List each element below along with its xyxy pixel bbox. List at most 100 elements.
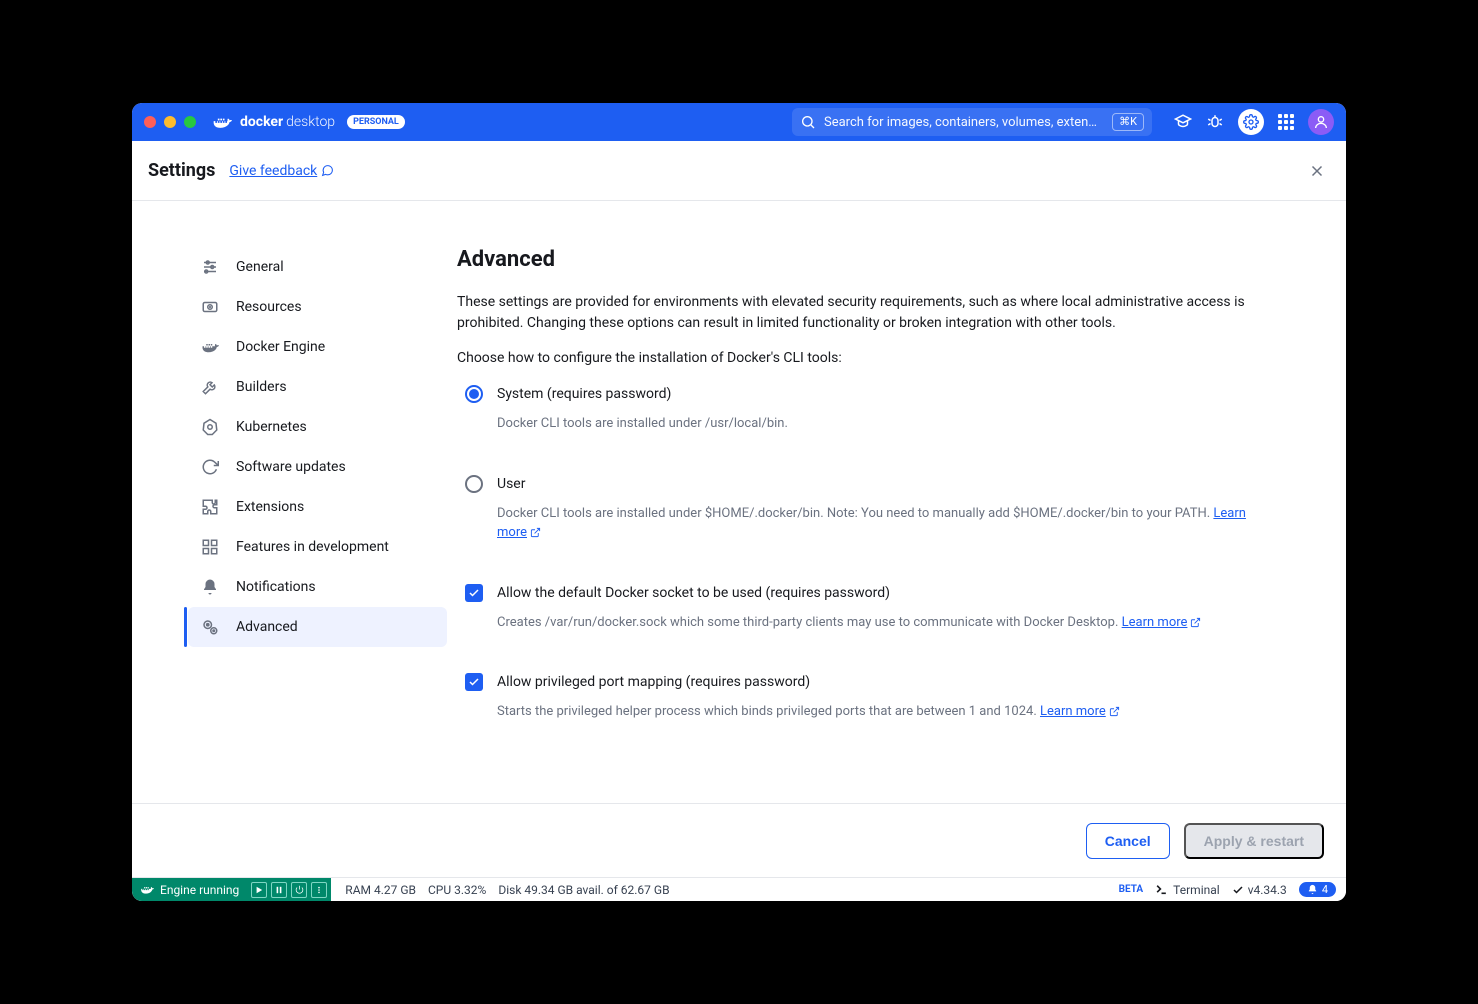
settings-icon[interactable] bbox=[1238, 109, 1264, 135]
feedback-link-label: Give feedback bbox=[229, 163, 317, 179]
content-heading: Advanced bbox=[457, 247, 1276, 272]
notif-count: 4 bbox=[1322, 883, 1328, 896]
account-icon[interactable] bbox=[1308, 109, 1334, 135]
puzzle-icon bbox=[200, 498, 220, 516]
checkbox-socket-label: Allow the default Docker socket to be us… bbox=[497, 583, 890, 603]
beta-badge: BETA bbox=[1119, 884, 1144, 895]
engine-stop-button[interactable] bbox=[291, 882, 307, 898]
learning-icon[interactable] bbox=[1174, 113, 1192, 131]
sidebar-item-software-updates[interactable]: Software updates bbox=[188, 447, 447, 487]
cli-install-options: System (requires password) Docker CLI to… bbox=[465, 384, 1276, 722]
sidebar-item-notifications[interactable]: Notifications bbox=[188, 567, 447, 607]
sidebar-item-label: Advanced bbox=[236, 619, 298, 635]
feedback-link[interactable]: Give feedback bbox=[229, 163, 334, 179]
learn-more-link[interactable]: Learn more bbox=[1040, 704, 1120, 719]
checkbox-privileged-ports[interactable]: Allow privileged port mapping (requires … bbox=[465, 672, 1276, 692]
sidebar-item-label: General bbox=[236, 259, 284, 275]
settings-content: Advanced These settings are provided for… bbox=[457, 201, 1346, 803]
disk-stat: Disk 49.34 GB avail. of 62.67 GB bbox=[498, 883, 669, 897]
engine-controls bbox=[247, 878, 331, 901]
engine-pause-button[interactable] bbox=[271, 882, 287, 898]
checkbox-icon bbox=[465, 673, 483, 691]
checkbox-socket-desc: Creates /var/run/docker.sock which some … bbox=[497, 613, 1276, 633]
notifications-pill[interactable]: 4 bbox=[1299, 882, 1336, 897]
external-link-icon bbox=[1190, 617, 1201, 628]
sidebar-item-label: Resources bbox=[236, 299, 302, 315]
resource-stats: RAM 4.27 GB CPU 3.32% Disk 49.34 GB avai… bbox=[331, 883, 683, 897]
cpu-stat: CPU 3.32% bbox=[428, 883, 486, 897]
apply-restart-button[interactable]: Apply & restart bbox=[1184, 823, 1324, 859]
close-window-button[interactable] bbox=[144, 116, 156, 128]
sidebar-item-docker-engine[interactable]: Docker Engine bbox=[188, 327, 447, 367]
radio-user-desc: Docker CLI tools are installed under $HO… bbox=[497, 504, 1276, 543]
sidebar-item-label: Builders bbox=[236, 379, 287, 395]
radio-user-desc-text: Docker CLI tools are installed under $HO… bbox=[497, 506, 1213, 521]
engine-status[interactable]: Engine running bbox=[132, 878, 247, 901]
brand-name-light: desktop bbox=[286, 114, 335, 130]
refresh-icon bbox=[200, 458, 220, 476]
apps-grid-icon[interactable] bbox=[1278, 114, 1294, 130]
maximize-window-button[interactable] bbox=[184, 116, 196, 128]
whale-icon bbox=[212, 114, 232, 130]
checkbox-ports-desc: Starts the privileged helper process whi… bbox=[497, 702, 1276, 722]
bug-icon[interactable] bbox=[1206, 113, 1224, 131]
engine-more-button[interactable] bbox=[311, 882, 327, 898]
sidebar-item-label: Docker Engine bbox=[236, 339, 325, 355]
radio-system-label: System (requires password) bbox=[497, 384, 671, 404]
sidebar-item-resources[interactable]: Resources bbox=[188, 287, 447, 327]
checkbox-ports-desc-text: Starts the privileged helper process whi… bbox=[497, 704, 1040, 719]
page-title: Settings bbox=[148, 160, 215, 181]
radio-user[interactable]: User bbox=[465, 474, 1276, 494]
sidebar-item-label: Extensions bbox=[236, 499, 304, 515]
sidebar-item-kubernetes[interactable]: Kubernetes bbox=[188, 407, 447, 447]
kubernetes-icon bbox=[200, 418, 220, 436]
version-label: v4.34.3 bbox=[1248, 883, 1287, 897]
sidebar-item-advanced[interactable]: Advanced bbox=[188, 607, 447, 647]
bell-icon bbox=[1307, 884, 1318, 895]
disk-icon bbox=[200, 298, 220, 316]
search-input[interactable]: Search for images, containers, volumes, … bbox=[792, 108, 1152, 136]
checkbox-default-socket[interactable]: Allow the default Docker socket to be us… bbox=[465, 583, 1276, 603]
checkbox-icon bbox=[465, 584, 483, 602]
whale-icon bbox=[200, 340, 220, 354]
sidebar-item-general[interactable]: General bbox=[188, 247, 447, 287]
bell-icon bbox=[200, 578, 220, 596]
engine-start-button[interactable] bbox=[251, 882, 267, 898]
search-kbd-shortcut: ⌘K bbox=[1112, 113, 1144, 131]
learn-more-link[interactable]: Learn more bbox=[1122, 615, 1202, 630]
external-link-icon bbox=[530, 527, 541, 538]
brand: docker desktop PERSONAL bbox=[212, 114, 405, 130]
choose-text: Choose how to configure the installation… bbox=[457, 350, 1276, 366]
sidebar-item-extensions[interactable]: Extensions bbox=[188, 487, 447, 527]
sidebar-item-label: Features in development bbox=[236, 539, 389, 555]
radio-system[interactable]: System (requires password) bbox=[465, 384, 1276, 404]
sidebar-item-features-dev[interactable]: Features in development bbox=[188, 527, 447, 567]
engine-status-label: Engine running bbox=[160, 883, 239, 897]
brand-name-strong: docker bbox=[240, 114, 283, 130]
ram-stat: RAM 4.27 GB bbox=[345, 883, 416, 897]
sidebar-item-label: Kubernetes bbox=[236, 419, 307, 435]
sidebar-item-builders[interactable]: Builders bbox=[188, 367, 447, 407]
footer-actions: Cancel Apply & restart bbox=[132, 803, 1346, 877]
cancel-button[interactable]: Cancel bbox=[1086, 823, 1170, 859]
window-controls bbox=[144, 116, 196, 128]
close-icon[interactable] bbox=[1304, 158, 1330, 184]
sidebar-item-label: Notifications bbox=[236, 579, 316, 595]
statusbar: Engine running RAM 4.27 GB CPU 3.32% Dis… bbox=[132, 877, 1346, 901]
terminal-icon bbox=[1155, 883, 1168, 896]
version-indicator[interactable]: v4.34.3 bbox=[1232, 883, 1287, 897]
terminal-label: Terminal bbox=[1173, 883, 1220, 897]
minimize-window-button[interactable] bbox=[164, 116, 176, 128]
personal-badge: PERSONAL bbox=[347, 115, 405, 129]
sidebar-item-label: Software updates bbox=[236, 459, 346, 475]
external-link-icon bbox=[1109, 706, 1120, 717]
whale-icon bbox=[140, 884, 154, 895]
statusbar-right: BETA Terminal v4.34.3 4 bbox=[1119, 882, 1346, 897]
radio-user-label: User bbox=[497, 474, 525, 494]
feedback-icon bbox=[321, 164, 334, 177]
radio-button-icon bbox=[465, 475, 483, 493]
gear-icon bbox=[200, 618, 220, 636]
sliders-icon bbox=[200, 258, 220, 276]
titlebar-actions bbox=[1174, 109, 1334, 135]
terminal-button[interactable]: Terminal bbox=[1155, 883, 1220, 897]
